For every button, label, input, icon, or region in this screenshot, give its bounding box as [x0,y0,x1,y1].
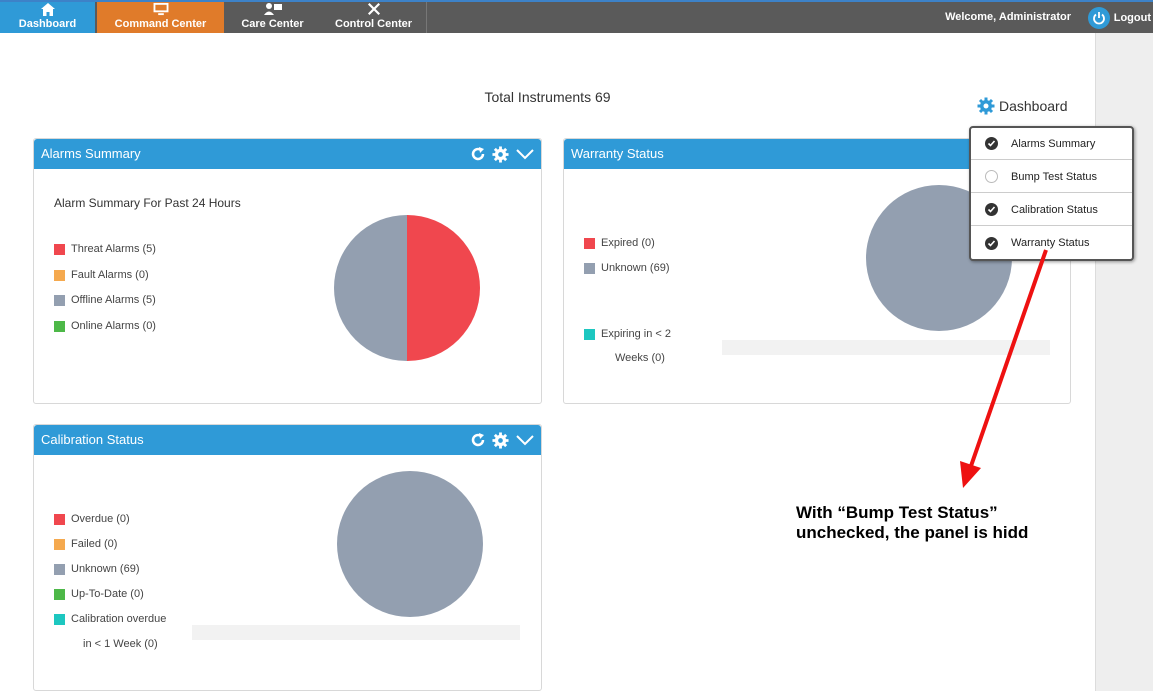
legend-overdue: Overdue (0) [54,513,130,525]
refresh-icon[interactable] [470,432,486,448]
welcome-text: Welcome, Administrator [945,11,1071,23]
tab-dashboard[interactable]: Dashboard [0,2,95,33]
check-icon[interactable] [985,203,998,216]
alarms-pie-chart [334,215,480,361]
tab-control-center-label: Control Center [335,18,412,30]
pie-slice-offline [334,215,407,361]
logout-button[interactable]: Logout [1087,2,1151,33]
nav-divider [426,2,427,33]
legend-expiring-cont: Weeks (0) [615,352,665,364]
legend-failed: Failed (0) [54,538,117,550]
unchecked-circle-icon[interactable] [985,170,998,183]
legend-up-to-date: Up-To-Date (0) [54,588,144,600]
gear-icon[interactable] [492,145,509,163]
tab-command-center[interactable]: Command Center [97,2,224,33]
legend-threat-alarms: Threat Alarms (5) [54,243,156,255]
annotation-line-1: With “Bump Test Status” [796,503,998,522]
legend-calibration-overdue: Calibration overdue [54,613,166,625]
legend-online-alarms: Online Alarms (0) [54,320,156,332]
tab-command-center-label: Command Center [114,18,207,30]
calibration-bar-placeholder [192,625,520,640]
legend-expiring: Expiring in < 2 [584,328,671,340]
tab-control-center[interactable]: Control Center [321,2,426,33]
tab-care-center[interactable]: Care Center [224,2,321,33]
monitor-icon [153,2,168,16]
chevron-down-icon[interactable] [515,147,535,161]
refresh-icon[interactable] [470,146,486,162]
total-instruments: Total Instruments 69 [484,89,611,105]
power-icon [1087,6,1110,29]
tools-icon [367,2,380,16]
legend-unknown: Unknown (69) [584,262,669,274]
calibration-status-header: Calibration Status [34,425,541,455]
legend-fault-alarms: Fault Alarms (0) [54,269,149,281]
check-icon[interactable] [985,236,998,250]
popup-item-bump-test-status[interactable]: Bump Test Status [971,161,1132,193]
tab-care-center-label: Care Center [241,18,304,30]
popup-item-alarms-summary[interactable]: Alarms Summary [971,128,1132,160]
calibration-pie-chart [337,471,483,617]
legend-expired: Expired (0) [584,237,655,249]
gear-icon[interactable] [492,431,509,449]
alarms-summary-header: Alarms Summary [34,139,541,169]
care-icon [263,3,282,15]
annotation-text: With “Bump Test Status” unchecked, the p… [796,503,1153,543]
dashboard-settings-link[interactable]: Dashboard [977,97,1068,115]
dashboard-link-label: Dashboard [999,98,1068,114]
tab-dashboard-label: Dashboard [18,18,77,30]
popup-item-warranty-status[interactable]: Warranty Status [971,227,1132,259]
panel-visibility-popup: Alarms Summary Bump Test Status Calibrat… [969,126,1134,261]
gear-icon [977,97,995,115]
warranty-bar-placeholder [722,340,1050,355]
top-nav-bar: Dashboard Command Center Care Center Con… [0,0,1153,33]
chevron-down-icon[interactable] [515,433,535,447]
annotation-line-2: unchecked, the panel is hidd [796,523,1029,542]
popup-item-calibration-status[interactable]: Calibration Status [971,194,1132,226]
alarms-summary-title: Alarms Summary [41,146,141,161]
calibration-status-title: Calibration Status [41,432,144,447]
alarms-subtitle: Alarm Summary For Past 24 Hours [54,196,241,210]
check-icon[interactable] [985,137,998,150]
warranty-status-title: Warranty Status [571,146,664,161]
legend-unknown: Unknown (69) [54,563,139,575]
alarms-summary-panel: Alarms Summary Alarm Summary For Past 24… [33,138,542,404]
legend-calibration-overdue-cont: in < 1 Week (0) [83,638,158,650]
legend-offline-alarms: Offline Alarms (5) [54,294,156,306]
pie-slice-threat [407,215,480,361]
home-icon [40,3,55,16]
pie-slice-unknown [337,471,483,617]
calibration-status-panel: Calibration Status Overdue (0) Failed (0… [33,424,542,691]
logout-label: Logout [1113,11,1151,24]
